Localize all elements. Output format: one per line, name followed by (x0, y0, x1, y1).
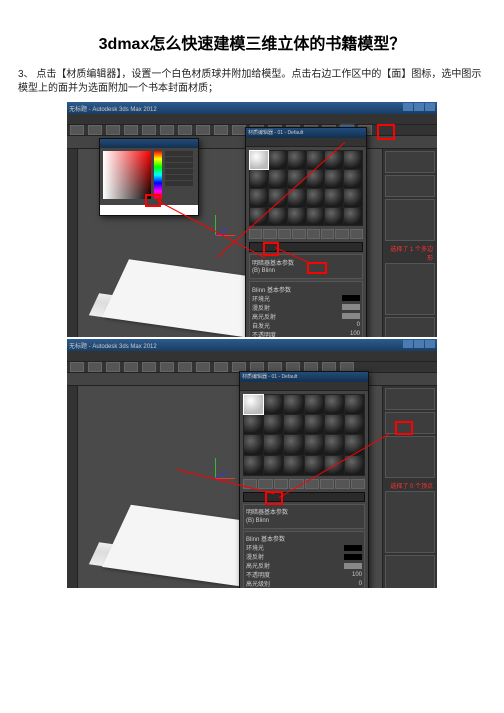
color-preview (100, 205, 198, 215)
material-swatch-grid[interactable] (243, 394, 365, 476)
color-picker-window[interactable] (99, 138, 199, 216)
selection-count: 选择了 0 个顶点 (385, 480, 435, 491)
step-text: 点击【材质编辑器】，设置一个白色材质球并附加给模型。点击右边工作区中的【面】图标… (18, 69, 481, 94)
menubar (67, 351, 437, 362)
hue-slider[interactable] (154, 151, 162, 199)
left-toolbar (67, 149, 78, 337)
step-paragraph: 3、 点击【材质编辑器】，设置一个白色材质球并附加给模型。点击右边工作区中的【面… (18, 68, 486, 96)
left-toolbar (67, 386, 78, 588)
material-editor-window[interactable]: 材质编辑器 - 01 - Default 明暗器基本参数 (B) Blinn (245, 127, 367, 337)
material-swatch-grid[interactable] (249, 150, 363, 226)
screenshot-2: 无标题 - Autodesk 3ds Max 2012 (67, 339, 437, 588)
material-swatch-selected[interactable] (250, 151, 268, 169)
window-buttons (402, 103, 435, 113)
material-editor-title: 材质编辑器 - 01 - Default (246, 128, 366, 138)
material-swatch-selected[interactable] (244, 395, 263, 414)
diffuse-swatch[interactable] (342, 304, 360, 310)
material-editor-window[interactable]: 材质编辑器 - 01 - Default 明暗器基本参数 (B) Blinn (239, 371, 369, 588)
command-panel[interactable]: 选择了 0 个顶点 (382, 386, 437, 588)
menubar (67, 114, 437, 125)
window-titlebar: 无标题 - Autodesk 3ds Max 2012 (67, 102, 437, 114)
assign-material-icon[interactable] (249, 229, 262, 239)
window-buttons (402, 340, 435, 350)
material-editor-toolbar[interactable] (249, 229, 363, 239)
diffuse-swatch[interactable] (344, 554, 362, 560)
screenshot-1: 无标题 - Autodesk 3ds Max 2012 (67, 102, 437, 337)
material-editor-toolbar[interactable] (243, 479, 365, 489)
page-title: 3dmax怎么快速建模三维立体的书籍模型？ (18, 30, 486, 54)
selection-count: 选择了 1 个多边形 (385, 243, 435, 263)
window-titlebar: 无标题 - Autodesk 3ds Max 2012 (67, 339, 437, 351)
command-panel[interactable]: 选择了 1 个多边形 (382, 149, 437, 337)
step-number: 3、 (18, 69, 34, 80)
color-field[interactable] (103, 151, 151, 199)
color-value-fields[interactable] (165, 151, 193, 199)
material-name-field[interactable] (249, 242, 363, 252)
window-title: 无标题 - Autodesk 3ds Max 2012 (69, 341, 157, 350)
material-name-field[interactable] (243, 492, 365, 502)
material-editor-title: 材质编辑器 - 01 - Default (240, 372, 368, 382)
assign-material-icon[interactable] (274, 479, 288, 489)
color-picker-title (100, 139, 198, 148)
window-title: 无标题 - Autodesk 3ds Max 2012 (69, 104, 157, 113)
